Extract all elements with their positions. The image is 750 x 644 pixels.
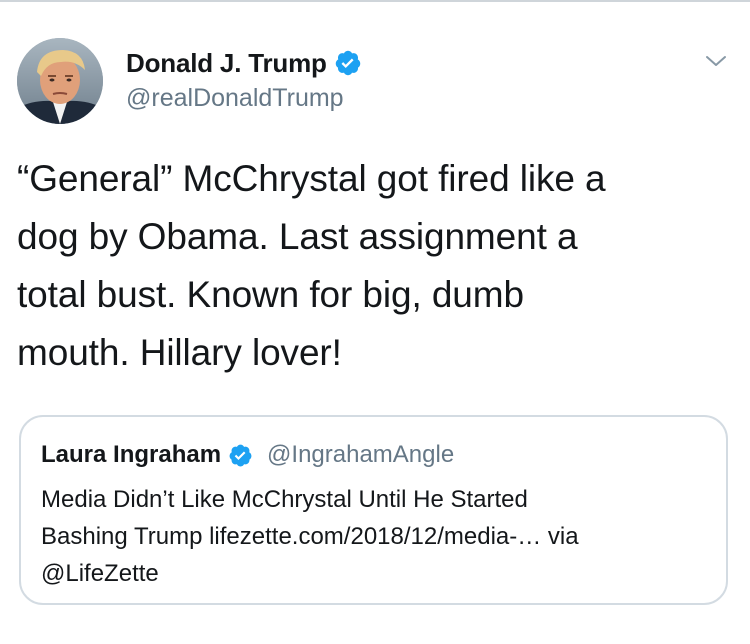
verified-badge-icon — [334, 49, 362, 77]
author-handle[interactable]: @realDonaldTrump — [126, 84, 344, 113]
author-name[interactable]: Donald J. Trump — [126, 48, 327, 79]
author-avatar[interactable] — [17, 38, 103, 124]
quoted-tweet-card[interactable]: Laura Ingraham @IngrahamAngle Media Didn… — [19, 415, 728, 605]
verified-badge-icon — [228, 443, 253, 468]
quoted-tweet-text: Media Didn’t Like McChrystal Until He St… — [41, 486, 579, 587]
top-divider — [0, 0, 750, 2]
chevron-down-icon[interactable] — [703, 52, 729, 70]
avatar-image — [17, 38, 103, 124]
quoted-tweet-header: Laura Ingraham @IngrahamAngle — [41, 439, 454, 471]
tweet-text: “General” McChrystal got fired like a do… — [17, 158, 606, 373]
quoted-author-handle: @IngrahamAngle — [267, 441, 455, 468]
author-name-row: Donald J. Trump — [126, 46, 362, 80]
quoted-author-name: Laura Ingraham — [41, 441, 222, 468]
